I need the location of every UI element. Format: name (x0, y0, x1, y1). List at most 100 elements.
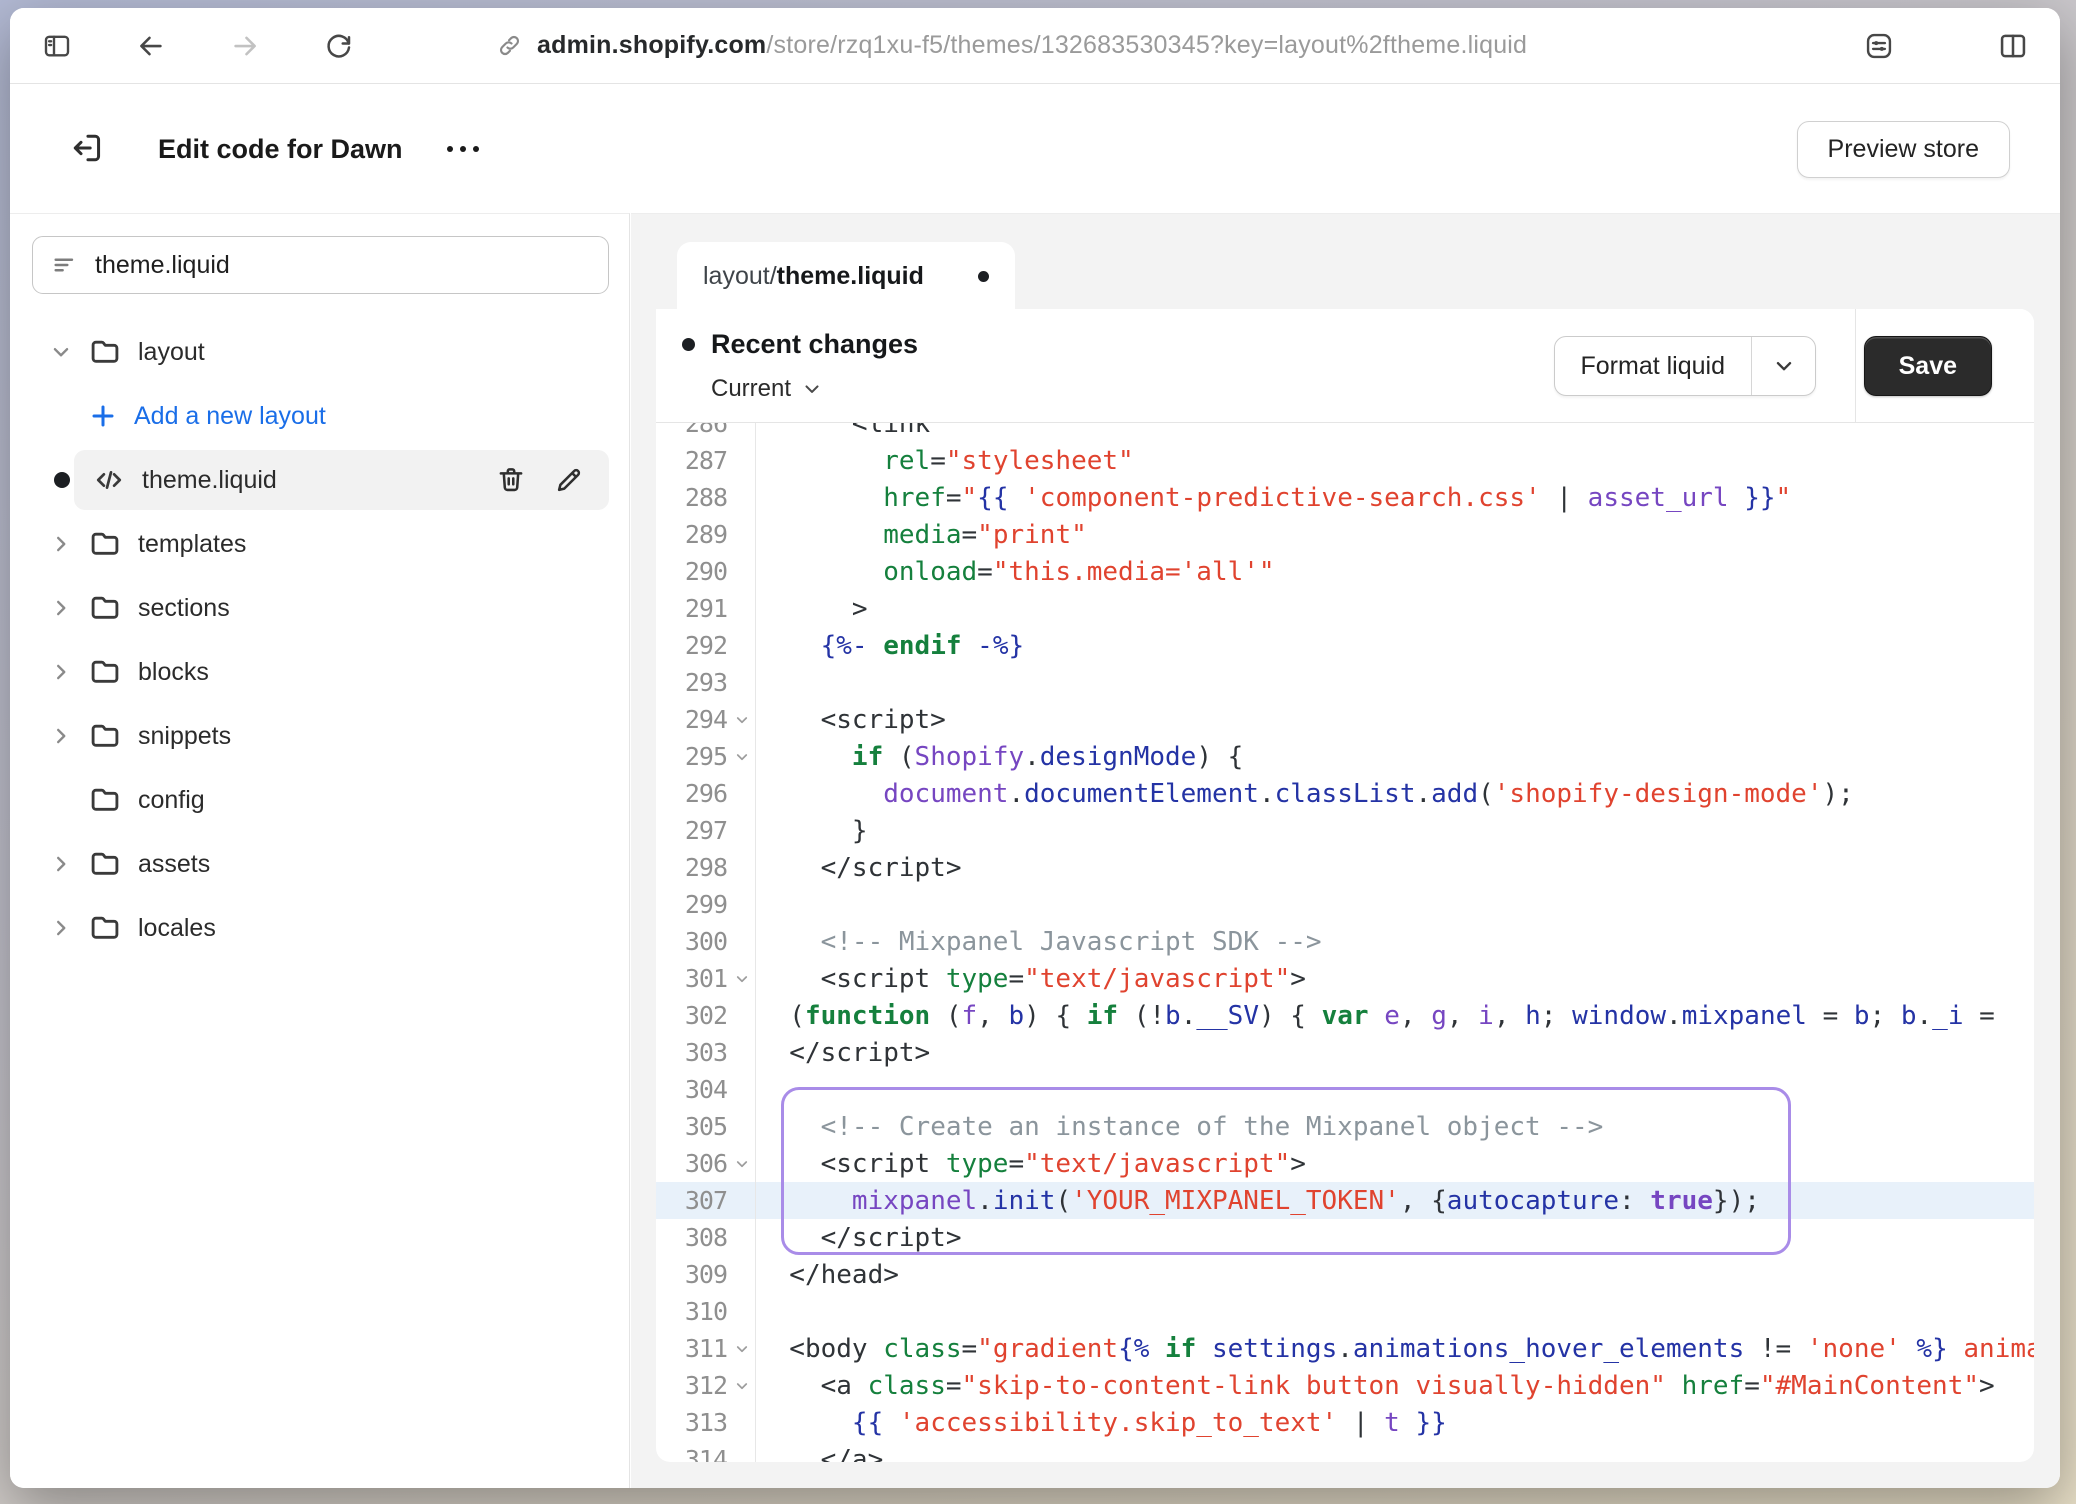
code-text: <link (756, 423, 2034, 442)
code-line-305[interactable]: 305 <!-- Create an instance of the Mixpa… (656, 1108, 2034, 1145)
line-number: 311 (685, 1334, 727, 1363)
code-line-302[interactable]: 302 (function (f, b) { if (!b.__SV) { va… (656, 997, 2034, 1034)
split-view-icon[interactable] (1996, 29, 2030, 63)
code-line-296[interactable]: 296 document.documentElement.classList.a… (656, 775, 2034, 812)
code-text: if (Shopify.designMode) { (756, 738, 2034, 775)
code-text: media="print" (756, 516, 2034, 553)
code-line-295[interactable]: 295 if (Shopify.designMode) { (656, 738, 2034, 775)
code-line-286[interactable]: 286 <link (656, 423, 2034, 442)
code-line-308[interactable]: 308 </script> (656, 1219, 2034, 1256)
fold-chevron-icon[interactable] (729, 1330, 755, 1367)
chevron-right-icon[interactable] (46, 593, 76, 623)
extensions-icon[interactable] (1862, 29, 1896, 63)
address-bar[interactable]: admin.shopify.com/store/rzq1xu-f5/themes… (496, 31, 1862, 60)
fold-slot-empty (729, 1441, 755, 1462)
code-line-298[interactable]: 298 </script> (656, 849, 2034, 886)
tree-item-blocks[interactable]: blocks (32, 640, 609, 704)
fold-chevron-icon[interactable] (729, 960, 755, 997)
tab-theme-liquid[interactable]: layout/theme.liquid (677, 242, 1015, 310)
fold-slot-empty (729, 1108, 755, 1145)
reload-icon[interactable] (322, 29, 356, 63)
code-text: <script> (756, 701, 2034, 738)
code-line-301[interactable]: 301 <script type="text/javascript"> (656, 960, 2034, 997)
fold-chevron-icon[interactable] (729, 738, 755, 775)
url-text: admin.shopify.com/store/rzq1xu-f5/themes… (537, 31, 1527, 60)
code-line-312[interactable]: 312 <a class="skip-to-content-link butto… (656, 1367, 2034, 1404)
code-line-297[interactable]: 297 } (656, 812, 2034, 849)
forward-icon[interactable] (228, 29, 262, 63)
code-line-311[interactable]: 311 <body class="gradient{% if settings.… (656, 1330, 2034, 1367)
tree-item-theme-liquid[interactable]: theme.liquid (32, 448, 609, 512)
sidebar-toggle-icon[interactable] (40, 29, 74, 63)
line-number: 292 (685, 631, 727, 660)
code-text (756, 1071, 2034, 1108)
pencil-icon[interactable] (553, 464, 585, 496)
chevron-right-icon[interactable] (46, 785, 76, 815)
exit-code-editor-icon[interactable] (68, 129, 108, 169)
code-line-290[interactable]: 290 onload="this.media='all'" (656, 553, 2034, 590)
code-text: onload="this.media='all'" (756, 553, 2034, 590)
code-icon (92, 463, 126, 497)
code-line-304[interactable]: 304 (656, 1071, 2034, 1108)
format-liquid-dropdown[interactable] (1751, 337, 1815, 395)
code-line-287[interactable]: 287 rel="stylesheet" (656, 442, 2034, 479)
tree-item-config[interactable]: config (32, 768, 609, 832)
browser-window: admin.shopify.com/store/rzq1xu-f5/themes… (10, 8, 2060, 1488)
file-search-input[interactable]: theme.liquid (32, 236, 609, 294)
code-line-300[interactable]: 300 <!-- Mixpanel Javascript SDK --> (656, 923, 2034, 960)
tree-item-snippets[interactable]: snippets (32, 704, 609, 768)
version-selector[interactable]: Current (711, 375, 823, 403)
fold-chevron-icon[interactable] (729, 1367, 755, 1404)
chevron-right-icon[interactable] (46, 913, 76, 943)
back-icon[interactable] (134, 29, 168, 63)
tree-item-label: Add a new layout (134, 402, 326, 431)
tree-item-add-a-new-layout[interactable]: Add a new layout (32, 384, 609, 448)
editor-header: Recent changes Current Format liquid Sav… (656, 309, 2034, 423)
preview-store-button[interactable]: Preview store (1797, 121, 2010, 178)
chevron-right-icon[interactable] (46, 657, 76, 687)
tree-item-sections[interactable]: sections (32, 576, 609, 640)
save-button[interactable]: Save (1864, 336, 1992, 396)
fold-slot-empty (729, 553, 755, 590)
code-line-289[interactable]: 289 media="print" (656, 516, 2034, 553)
format-liquid-button[interactable]: Format liquid (1554, 336, 1817, 396)
fold-slot-empty (729, 1071, 755, 1108)
fold-slot-empty (729, 627, 755, 664)
code-editor[interactable]: 286 <link287 rel="stylesheet"288 href="{… (656, 423, 2034, 1462)
code-line-314[interactable]: 314 </a> (656, 1441, 2034, 1462)
chevron-right-icon[interactable] (46, 849, 76, 879)
code-line-307[interactable]: 307 mixpanel.init('YOUR_MIXPANEL_TOKEN',… (656, 1182, 2034, 1219)
code-text: > (756, 590, 2034, 627)
code-line-310[interactable]: 310 (656, 1293, 2034, 1330)
code-text: <!-- Mixpanel Javascript SDK --> (756, 923, 2034, 960)
code-line-294[interactable]: 294 <script> (656, 701, 2034, 738)
code-line-313[interactable]: 313 {{ 'accessibility.skip_to_text' | t … (656, 1404, 2034, 1441)
tree-item-templates[interactable]: templates (32, 512, 609, 576)
code-line-309[interactable]: 309 </head> (656, 1256, 2034, 1293)
tree-item-layout[interactable]: layout (32, 320, 609, 384)
tree-item-assets[interactable]: assets (32, 832, 609, 896)
more-actions-icon[interactable] (447, 129, 479, 169)
code-line-303[interactable]: 303 </script> (656, 1034, 2034, 1071)
code-line-299[interactable]: 299 (656, 886, 2034, 923)
trash-icon[interactable] (495, 464, 527, 496)
line-number: 295 (685, 742, 727, 771)
chevron-down-icon (801, 378, 823, 400)
code-line-293[interactable]: 293 (656, 664, 2034, 701)
code-line-288[interactable]: 288 href="{{ 'component-predictive-searc… (656, 479, 2034, 516)
code-text: (function (f, b) { if (!b.__SV) { var e,… (756, 997, 2034, 1034)
chevron-right-icon[interactable] (46, 529, 76, 559)
tree-item-locales[interactable]: locales (32, 896, 609, 960)
chevron-right-icon[interactable] (46, 721, 76, 751)
line-number: 298 (685, 853, 727, 882)
code-line-291[interactable]: 291 > (656, 590, 2034, 627)
line-number: 288 (685, 483, 727, 512)
chevron-down-icon[interactable] (46, 337, 76, 367)
code-line-306[interactable]: 306 <script type="text/javascript"> (656, 1145, 2034, 1182)
line-number: 287 (685, 446, 727, 475)
code-line-292[interactable]: 292 {%- endif -%} (656, 627, 2034, 664)
fold-chevron-icon[interactable] (729, 1145, 755, 1182)
filter-icon (51, 251, 79, 279)
fold-chevron-icon[interactable] (729, 701, 755, 738)
code-text: document.documentElement.classList.add('… (756, 775, 2034, 812)
